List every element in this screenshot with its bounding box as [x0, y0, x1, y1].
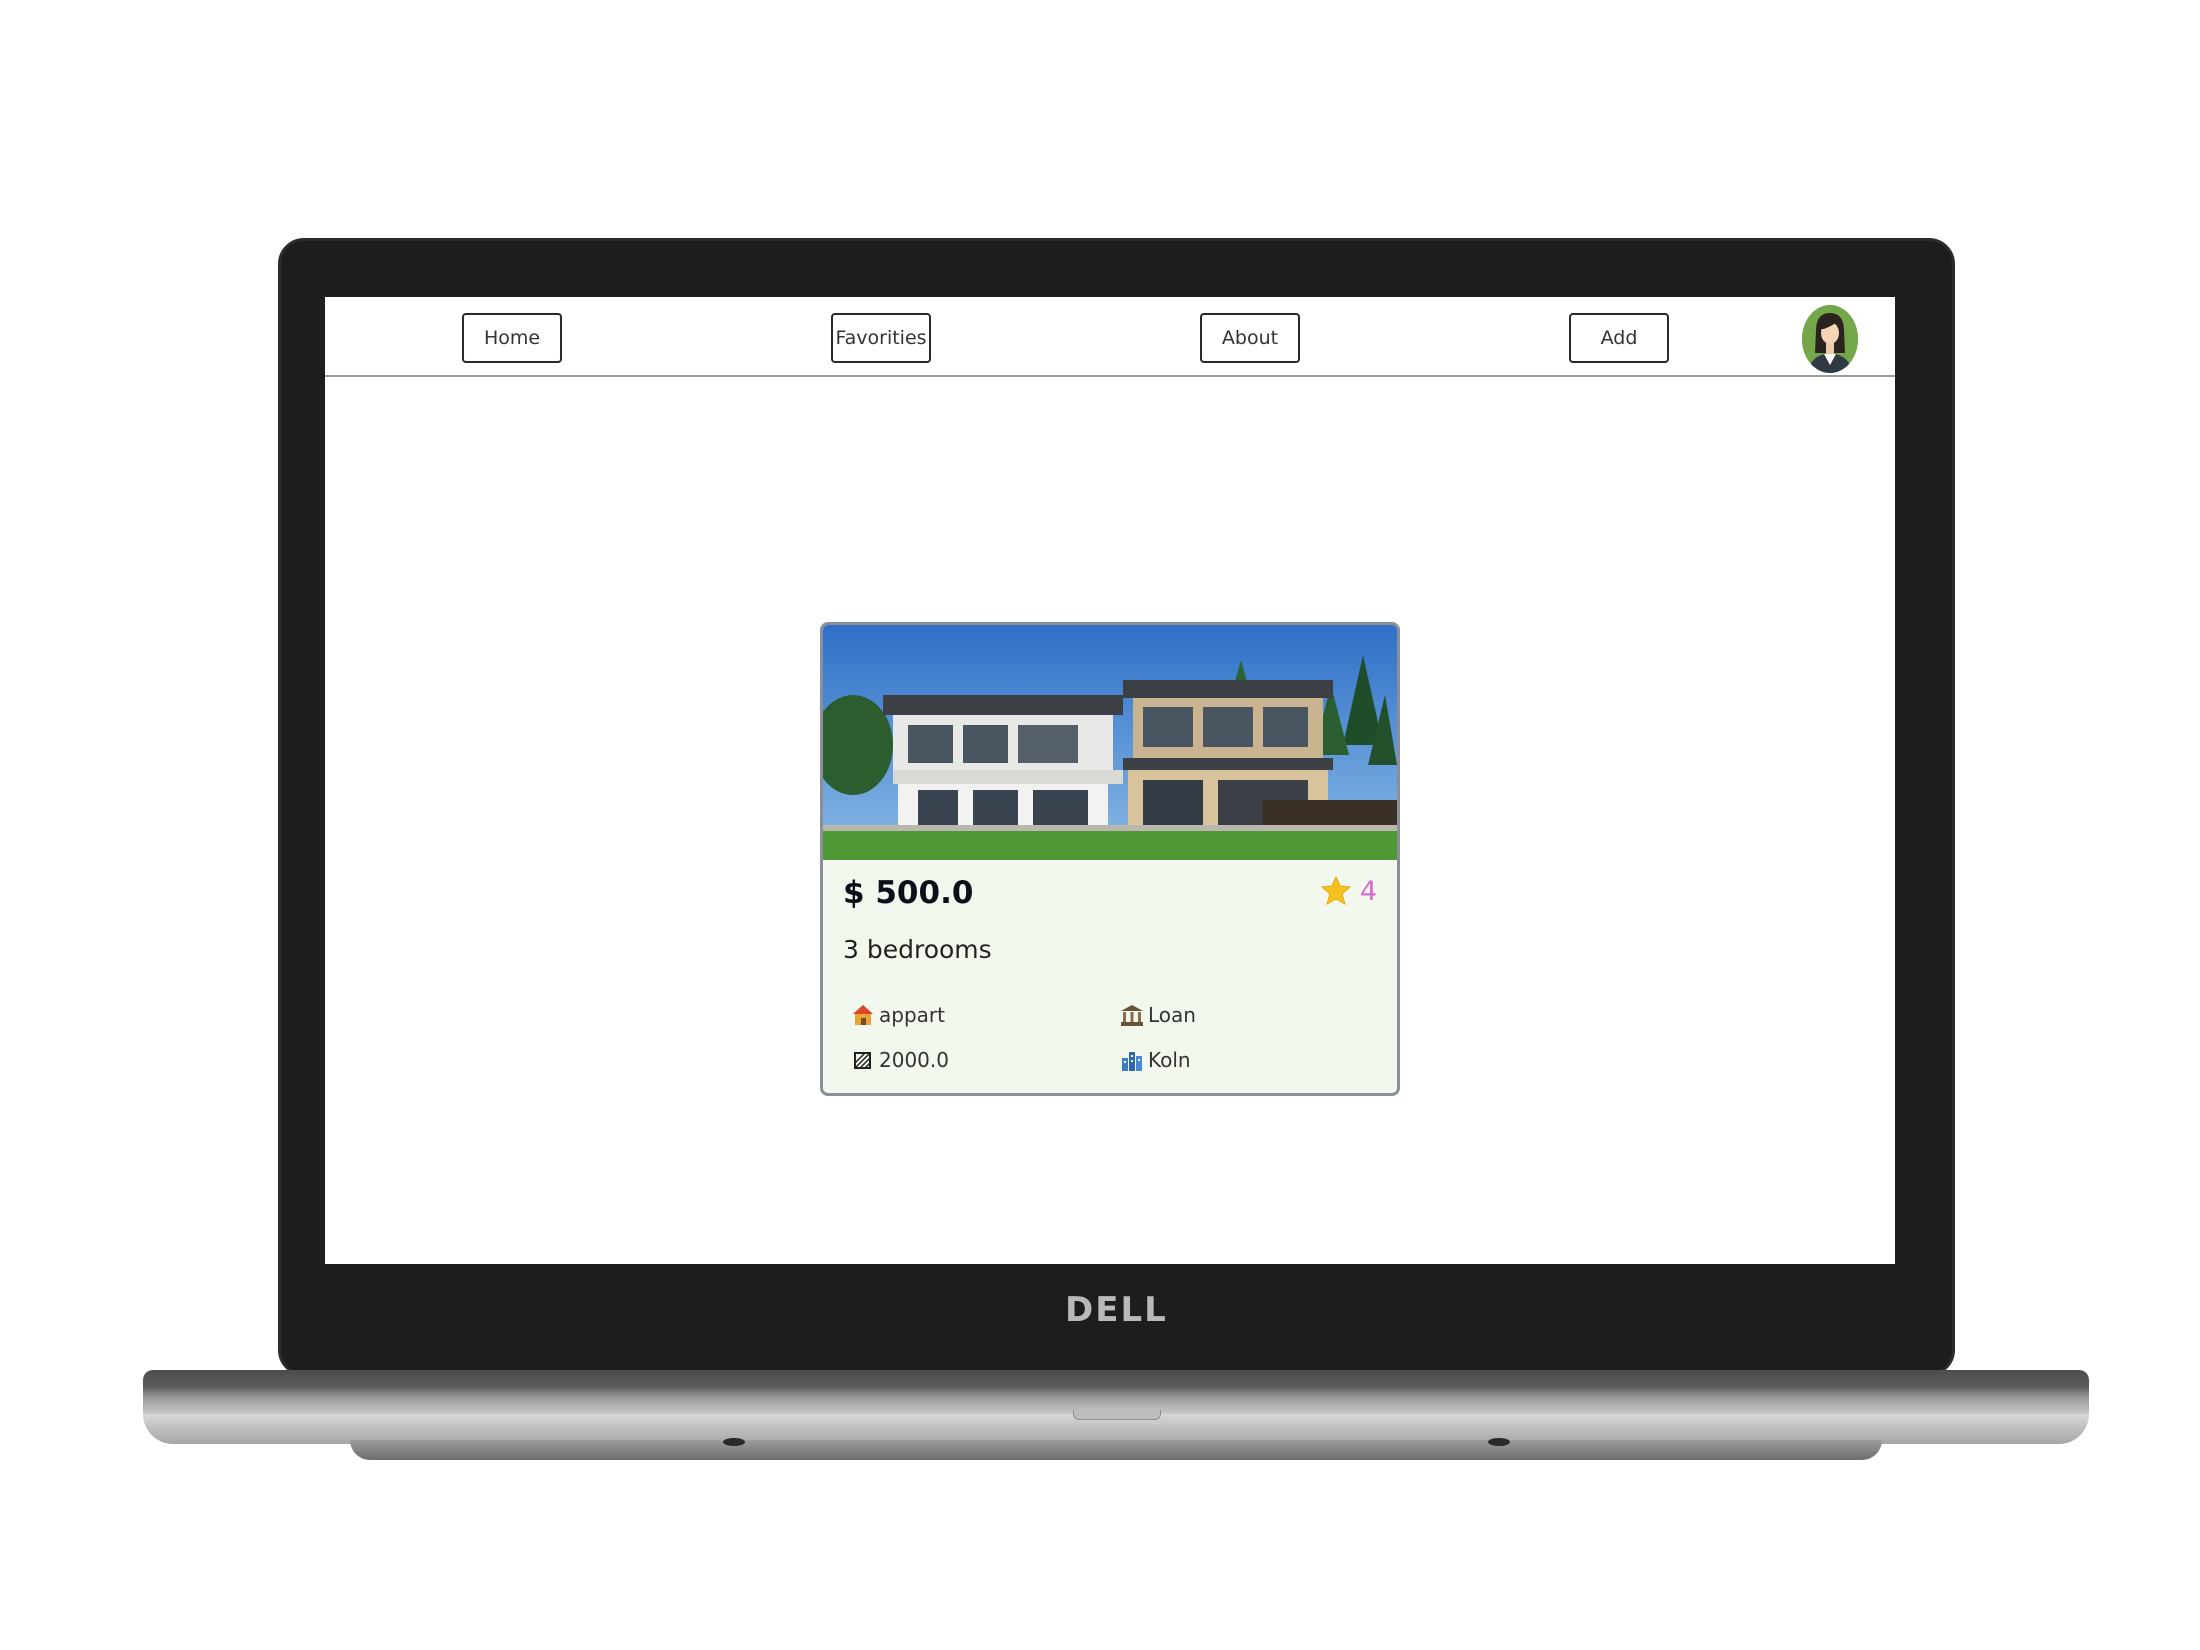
property-type: appart: [879, 1003, 945, 1027]
nav-favorites-button[interactable]: Favorities: [831, 313, 931, 363]
area: 2000.0: [879, 1048, 949, 1072]
house-icon: [853, 1005, 873, 1025]
detail-area: 2000.0: [851, 1048, 949, 1072]
laptop-base-foot: [350, 1440, 1882, 1460]
screen: Home Favorities About Add $ 500.0 4 3 be…: [325, 297, 1895, 1264]
nav-home-button[interactable]: Home: [462, 313, 562, 363]
city-icon: [1122, 1052, 1142, 1071]
avatar-icon: [1802, 305, 1858, 373]
user-avatar[interactable]: [1802, 305, 1858, 373]
detail-property-type: appart: [851, 1003, 945, 1027]
house-photo: [823, 625, 1397, 860]
nav-about-button[interactable]: About: [1200, 313, 1300, 363]
detail-transaction-type: Loan: [1120, 1003, 1196, 1027]
foot-dot: [1488, 1438, 1510, 1446]
lid-notch: [1073, 1410, 1161, 1420]
bedrooms: 3 bedrooms: [843, 935, 992, 964]
property-card[interactable]: $ 500.0 4 3 bedrooms appart Loan 2000.0 …: [820, 622, 1400, 1096]
price: $ 500.0: [843, 875, 974, 911]
star-icon: [1320, 875, 1352, 906]
area-icon: [854, 1052, 871, 1069]
nav-add-button[interactable]: Add: [1569, 313, 1669, 363]
rating: 4: [1320, 875, 1377, 907]
detail-city: Koln: [1120, 1048, 1191, 1072]
rating-value: 4: [1359, 875, 1377, 907]
brand-logo: DELL: [1065, 1290, 1168, 1330]
city: Koln: [1148, 1048, 1191, 1072]
foot-dot: [723, 1438, 745, 1446]
navbar: Home Favorities About Add: [325, 297, 1895, 377]
bank-icon: [1121, 1005, 1143, 1026]
transaction-type: Loan: [1148, 1003, 1196, 1027]
